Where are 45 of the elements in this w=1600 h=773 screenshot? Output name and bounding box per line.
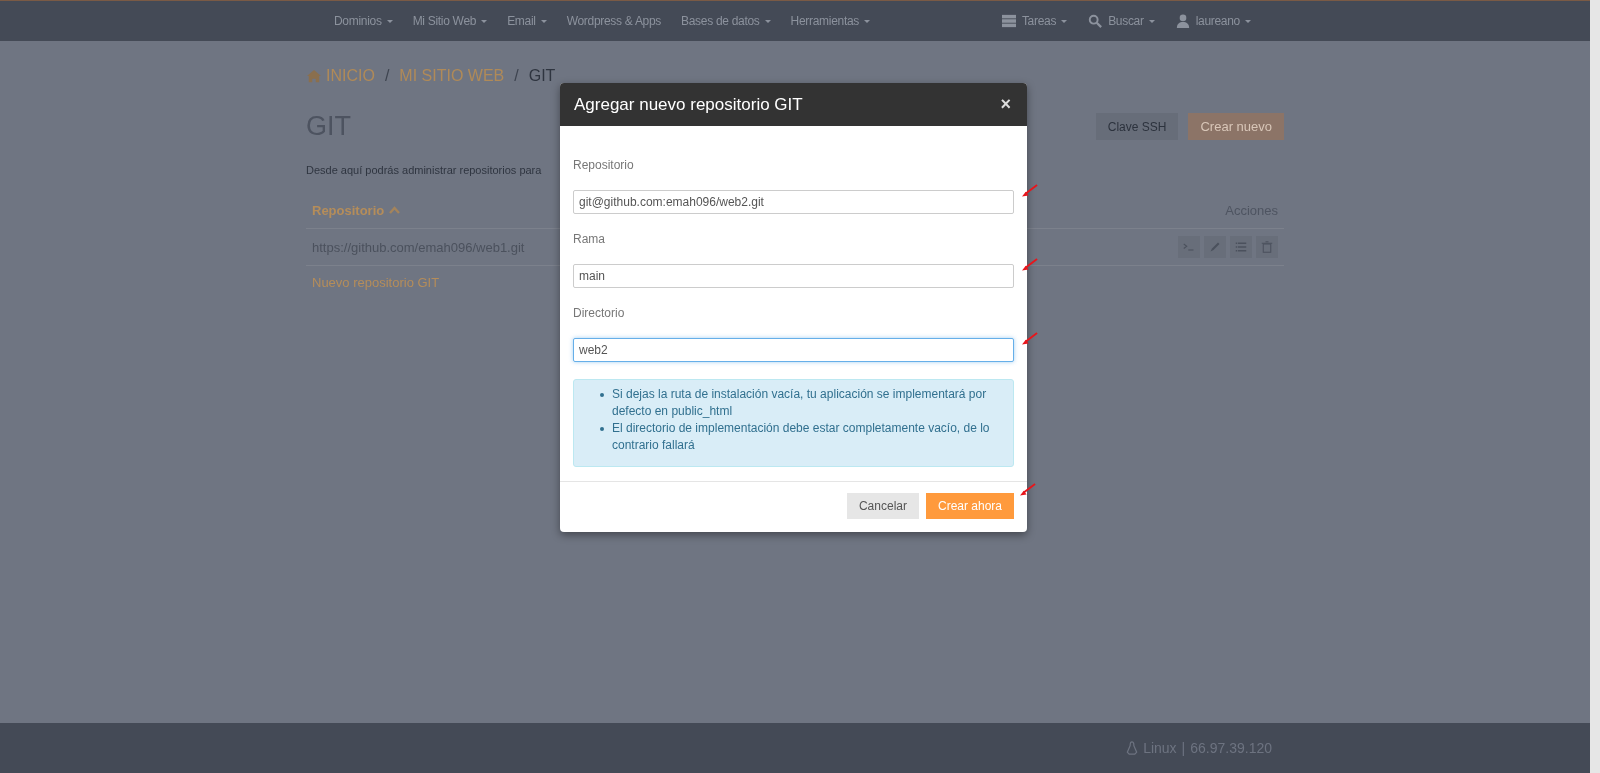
search-icon xyxy=(1087,14,1104,28)
list-button[interactable] xyxy=(1230,236,1252,258)
bullet-icon xyxy=(600,427,604,431)
nav-menu-item[interactable]: Email xyxy=(498,8,556,34)
list-icon xyxy=(1235,241,1247,253)
nav-menu-item[interactable]: Mi Sitio Web xyxy=(403,8,497,34)
close-button[interactable]: × xyxy=(998,94,1013,115)
home-icon xyxy=(306,69,322,83)
trash-button[interactable] xyxy=(1256,236,1278,258)
breadcrumb-item[interactable]: INICIO xyxy=(306,67,375,85)
field-label: Repositorio xyxy=(573,158,635,172)
breadcrumb-item[interactable]: MI SITIO WEB xyxy=(399,67,505,85)
breadcrumb-item: GIT xyxy=(528,67,556,85)
pencil-button[interactable] xyxy=(1204,236,1226,258)
page-description: Desde aquí podrás administrar repositorios para xyxy=(306,164,542,176)
modal-title: Agregar nuevo repositorio GIT xyxy=(574,94,803,115)
bullet-icon xyxy=(600,393,604,397)
column-header[interactable]: Repositorio xyxy=(312,202,401,218)
nav-menu-item[interactable]: Wordpress & Apps xyxy=(557,8,671,34)
nav-menu-item[interactable]: laureano xyxy=(1165,8,1260,34)
create-button[interactable]: Crear nuevo xyxy=(1188,113,1284,140)
note-text: El directorio de implementación debe estar completamente vacío, de lo contrario fallará xyxy=(612,420,991,454)
input-field[interactable]: web2 xyxy=(573,338,1014,362)
field-label: Rama xyxy=(573,232,606,246)
ssh-key-button[interactable]: Clave SSH xyxy=(1095,113,1179,140)
terminal-button[interactable] xyxy=(1178,236,1200,258)
nav-menu-item[interactable]: Herramientas xyxy=(781,8,879,34)
nav-menu-item[interactable]: Bases de datos xyxy=(672,8,780,34)
server-icon xyxy=(1000,14,1017,28)
user-icon xyxy=(1174,14,1191,28)
footer-separator: | xyxy=(1181,740,1186,756)
pencil-icon xyxy=(1209,241,1221,253)
trash-icon xyxy=(1261,241,1273,253)
new-repository-link[interactable]: Nuevo repositorio GIT xyxy=(306,266,446,299)
note-text: Si dejas la ruta de instalación vacía, tu aplicación se implementará por defecto en public_html xyxy=(612,386,988,420)
cancel-button[interactable]: Cancelar xyxy=(846,493,919,519)
breadcrumb-separator: / xyxy=(384,67,390,85)
field-label: Directorio xyxy=(573,306,626,320)
input-field[interactable]: git@github.com:emah096/web2.git xyxy=(573,190,1014,214)
nav-menu-item[interactable]: Tareas xyxy=(991,8,1077,34)
nav-menu-item[interactable]: Buscar xyxy=(1078,8,1164,34)
breadcrumb-separator: / xyxy=(514,67,519,85)
input-field[interactable]: main xyxy=(573,264,1014,288)
terminal-icon xyxy=(1183,241,1195,253)
nav-menu-item[interactable]: Dominios xyxy=(325,8,402,34)
